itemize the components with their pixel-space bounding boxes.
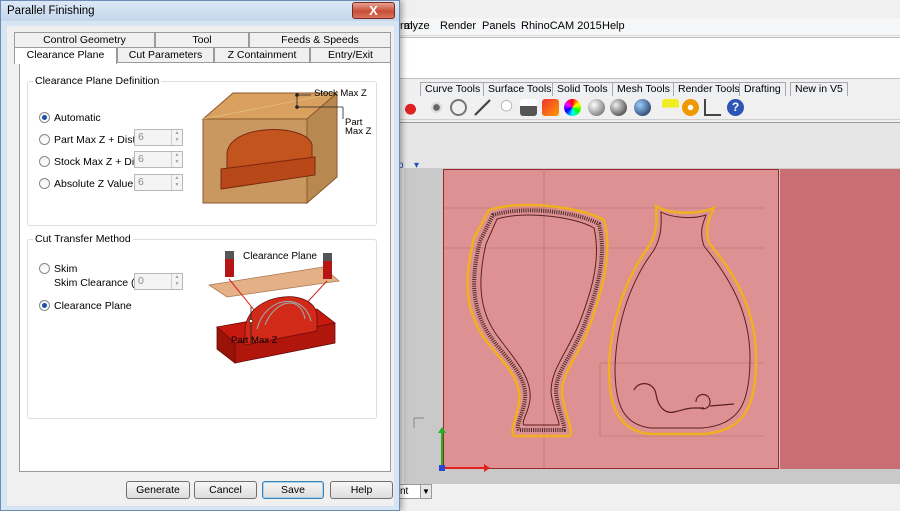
command-area[interactable] [400, 37, 900, 79]
status-dropdown-arrow[interactable]: ▼ [420, 484, 432, 499]
tab-feeds-speeds[interactable]: Feeds & Speeds [249, 32, 391, 47]
dialog-title: Parallel Finishing [7, 5, 95, 17]
absolute-z-input[interactable]: 6 ▲ ▼ [134, 174, 183, 191]
menu-panels[interactable]: Panels [482, 20, 516, 32]
tab-drafting[interactable]: Drafting [739, 82, 786, 96]
help-icon[interactable]: ? [727, 99, 744, 116]
tab-z-containment[interactable]: Z Containment [214, 47, 310, 62]
absolute-z-value: 6 [138, 176, 144, 188]
lock-icon[interactable] [520, 99, 537, 116]
tab-new-in-v5[interactable]: New in V5 [790, 82, 848, 96]
skim-clearance-stepper[interactable]: ▲ ▼ [171, 274, 182, 289]
left-toolpath [472, 208, 604, 432]
part-max-z-annotation: Part Max Z [231, 335, 278, 346]
cancel-button[interactable]: Cancel [194, 481, 257, 499]
tab-solid-tools[interactable]: Solid Tools [552, 82, 613, 96]
skim-clearance-label: Skim Clearance (C) [54, 277, 146, 289]
tab-render-tools[interactable]: Render Tools [673, 82, 745, 96]
group-label: Cut Transfer Method [33, 233, 133, 245]
right-part-outline [607, 203, 758, 436]
stock-max-z-input[interactable]: 6 ▲ ▼ [134, 151, 183, 168]
bulb-icon[interactable] [498, 99, 515, 116]
menu-render[interactable]: Render [440, 20, 476, 32]
skim-radio[interactable] [39, 263, 50, 274]
stock-max-z-annotation: Stock Max Z [314, 88, 367, 99]
menu-analyze[interactable]: alyze [404, 20, 430, 32]
pin-icon[interactable] [662, 99, 679, 116]
icon-toolbar: ? [396, 96, 900, 120]
stock-max-z-stepper[interactable]: ▲ ▼ [171, 152, 182, 167]
clearance-plane-label: Clearance Plane [54, 300, 132, 312]
part-max-z-radio[interactable] [39, 134, 50, 145]
toolbar-tabs: Curve Tools Surface Tools Solid Tools Me… [396, 81, 900, 96]
absolute-z-stepper[interactable]: ▲ ▼ [171, 175, 182, 190]
cut-transfer-illustration: Clearance Plane Part Max Z [207, 251, 340, 364]
part-max-z-input[interactable]: 6 ▲ ▼ [134, 129, 183, 146]
automatic-label: Automatic [54, 112, 101, 124]
stock-max-z-radio[interactable] [39, 156, 50, 167]
inner-engraving [633, 383, 735, 413]
group-label: Clearance Plane Definition [33, 75, 162, 87]
point-icon[interactable] [474, 99, 491, 116]
clearance-plane-illustration: Stock Max Z Part Max Z [201, 88, 372, 205]
sphere-icon[interactable] [588, 99, 605, 116]
skim-label: Skim [54, 263, 78, 275]
part-max-z-label: Part Max Z + Dist [54, 134, 136, 146]
tab-mesh-tools[interactable]: Mesh Tools [612, 82, 675, 96]
save-button[interactable]: Save [262, 481, 324, 499]
tab-cut-parameters[interactable]: Cut Parameters [117, 47, 214, 62]
gear-icon[interactable] [682, 99, 699, 116]
part-geometry [413, 169, 764, 472]
absolute-z-label: Absolute Z Value [54, 178, 134, 190]
max-z-annotation: Max Z [345, 126, 372, 137]
tab-control-geometry[interactable]: Control Geometry [14, 32, 155, 47]
paint-icon[interactable] [542, 99, 559, 116]
circle-icon[interactable] [450, 99, 467, 116]
generate-button[interactable]: Generate [126, 481, 190, 499]
tab-clearance-plane[interactable]: Clearance Plane [14, 47, 117, 64]
tab-tool[interactable]: Tool [155, 32, 249, 47]
sphere-shade-icon[interactable] [610, 99, 627, 116]
dialog-titlebar[interactable]: Parallel Finishing X [1, 1, 399, 21]
menu-help[interactable]: Help [602, 20, 625, 32]
part-max-z-value: 6 [138, 131, 144, 143]
dimension-icon[interactable] [704, 99, 721, 116]
tab-curve-tools[interactable]: Curve Tools [420, 82, 486, 96]
skim-clearance-input[interactable]: 0 ▲ ▼ [134, 273, 183, 290]
menu-rhinocam[interactable]: RhinoCAM 2015 [521, 20, 602, 32]
stock-max-z-label: Stock Max Z + Dist [54, 156, 143, 168]
stock-max-z-value: 6 [138, 153, 144, 165]
absolute-z-radio[interactable] [39, 178, 50, 189]
eye-icon[interactable] [428, 99, 445, 116]
part-max-z-stepper[interactable]: ▲ ▼ [171, 130, 182, 145]
tab-surface-tools[interactable]: Surface Tools [483, 82, 557, 96]
tab-entry-exit[interactable]: Entry/Exit [310, 47, 391, 62]
parallel-finishing-dialog: Parallel Finishing X Control Geometry To… [0, 0, 400, 511]
automatic-radio[interactable] [39, 112, 50, 123]
color-wheel-icon[interactable] [564, 99, 581, 116]
help-button[interactable]: Help [330, 481, 393, 499]
clearance-plane-annotation: Clearance Plane [243, 251, 317, 262]
close-button[interactable]: X [352, 2, 395, 19]
skim-clearance-value: 0 [138, 275, 144, 287]
car-icon[interactable] [402, 99, 419, 116]
blue-sphere-icon[interactable] [634, 99, 651, 116]
clearance-plane-radio[interactable] [39, 300, 50, 311]
